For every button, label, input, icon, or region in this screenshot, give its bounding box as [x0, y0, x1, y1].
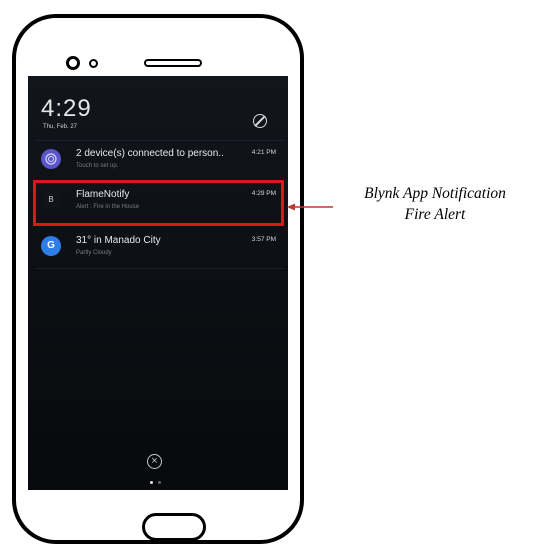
sensor-icon: [89, 59, 98, 68]
notification-time: 3:57 PM: [251, 236, 276, 243]
notification-subtitle: Partly Cloudy: [76, 250, 112, 256]
annotation-line1: Blynk App Notification: [364, 185, 506, 202]
page-indicator-active: [150, 481, 153, 484]
notification-title: 31° in Manado City: [76, 235, 161, 246]
page-indicator: [158, 481, 161, 484]
pointer-arrow-icon: [287, 203, 333, 211]
divider: [36, 268, 284, 269]
link-icon: [41, 149, 61, 169]
google-icon: G: [41, 236, 61, 256]
notification-time: 4:21 PM: [251, 149, 276, 156]
notification-device-connected[interactable]: 2 device(s) connected to person.. Touch …: [36, 142, 284, 180]
notification-subtitle: Touch to set up.: [76, 163, 119, 169]
divider: [36, 140, 284, 141]
notification-title: 2 device(s) connected to person..: [76, 148, 224, 159]
highlight-box: [33, 180, 284, 226]
front-camera-icon: [66, 56, 80, 70]
lock-screen: 4:29 Thu, Feb. 27 2 device(s) connected …: [28, 76, 288, 490]
notification-weather[interactable]: G 31° in Manado City Partly Cloudy 3:57 …: [36, 229, 284, 267]
do-not-disturb-icon[interactable]: [253, 114, 267, 128]
annotation-caption: Blynk App Notification Fire Alert: [340, 183, 530, 225]
lock-date: Thu, Feb. 27: [43, 124, 78, 130]
annotation-line2: Fire Alert: [404, 206, 466, 223]
speaker-grille: [144, 59, 202, 67]
home-button[interactable]: [142, 513, 206, 541]
lock-clock: 4:29: [41, 95, 92, 122]
clear-all-icon[interactable]: ×: [147, 454, 162, 469]
